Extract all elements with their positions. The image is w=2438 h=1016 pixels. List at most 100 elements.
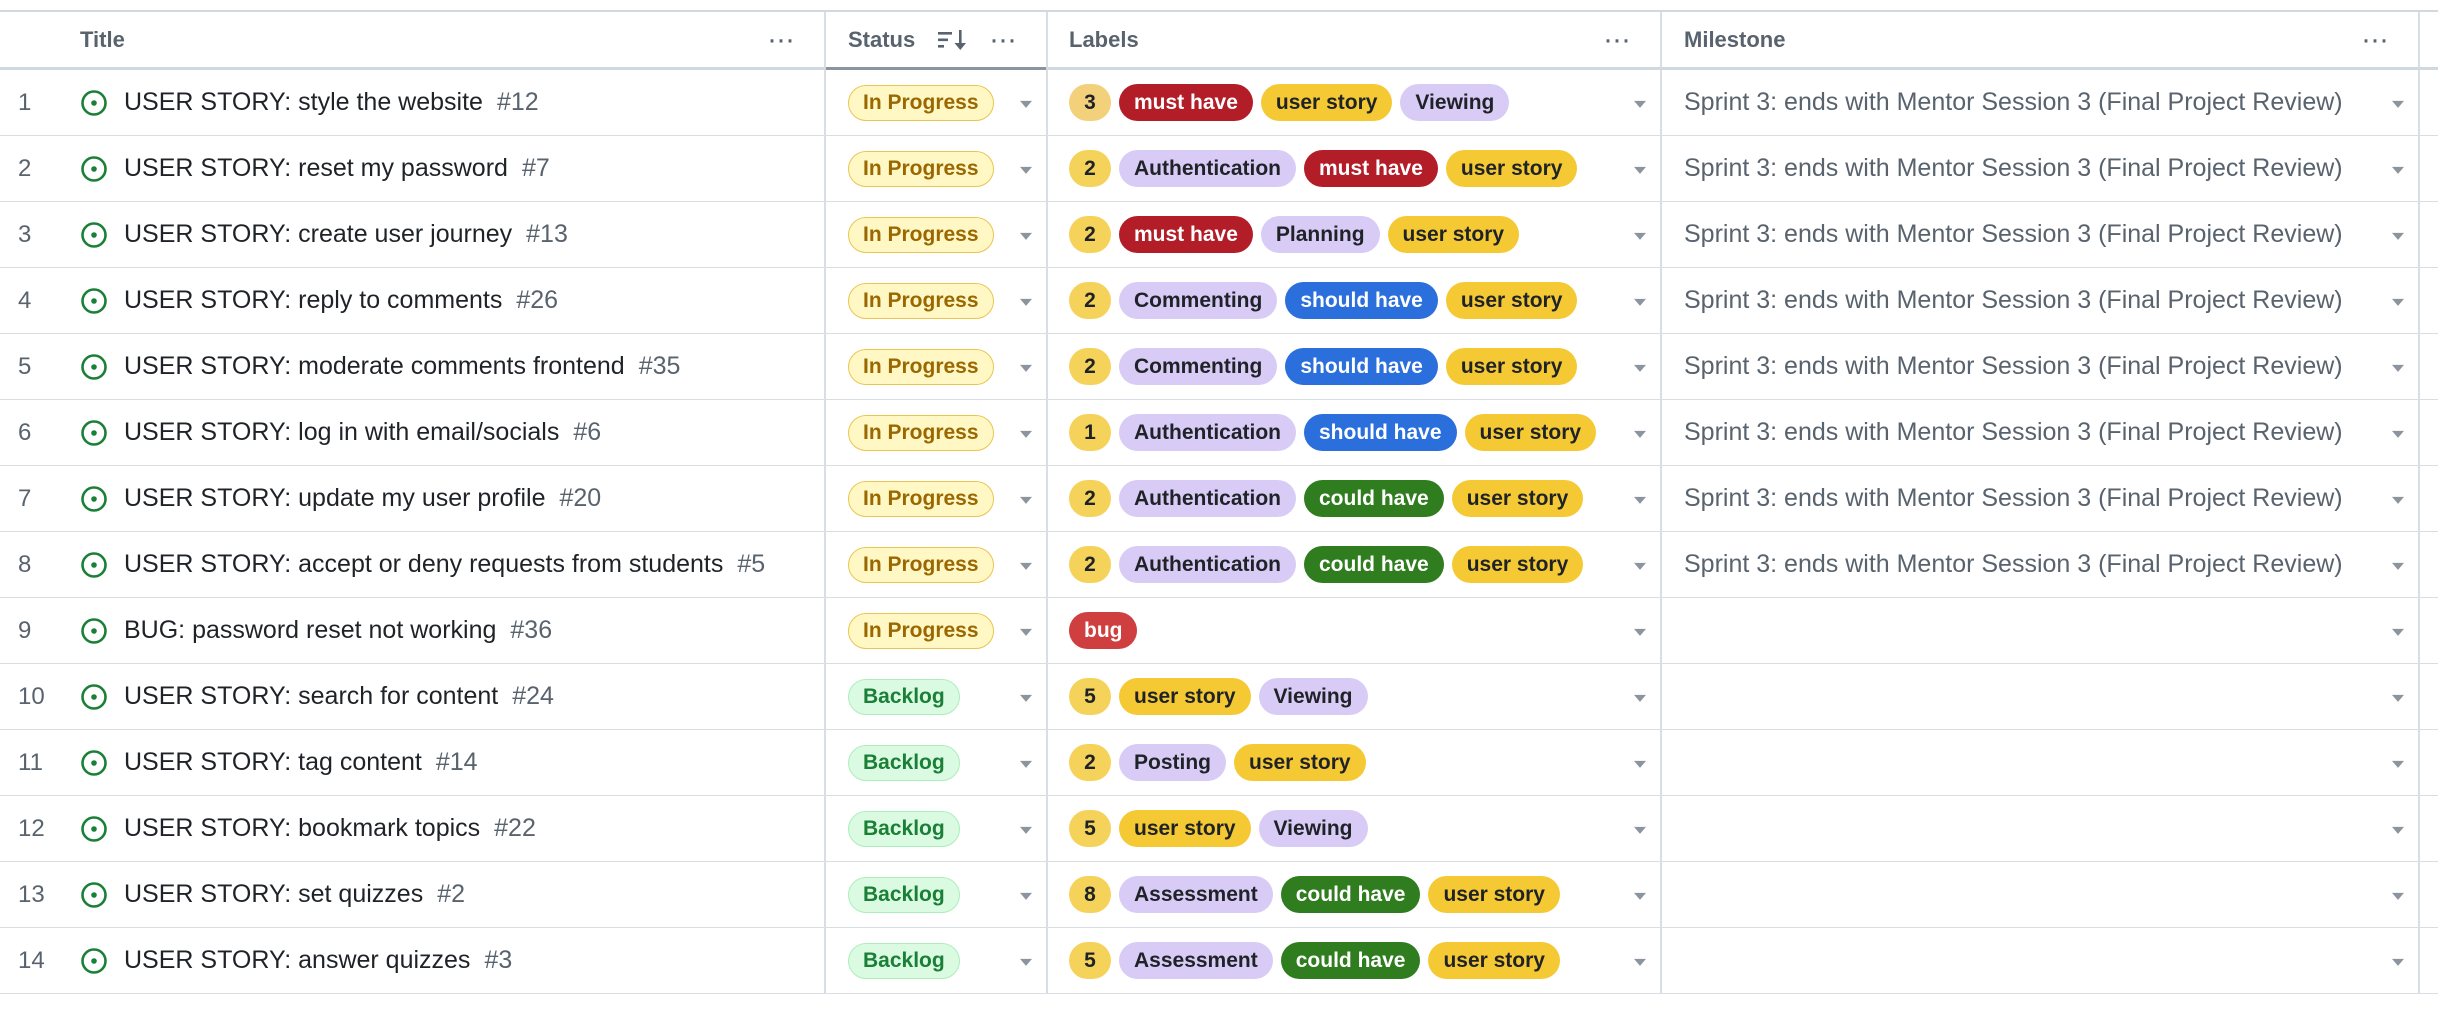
- status-dropdown-icon[interactable]: [1020, 892, 1032, 900]
- title-cell[interactable]: USER STORY: search for content #24: [54, 664, 826, 729]
- milestone-dropdown-icon[interactable]: [2392, 364, 2404, 372]
- labels-dropdown-icon[interactable]: [1634, 694, 1646, 702]
- label-badge[interactable]: Posting: [1119, 744, 1226, 781]
- labels-dropdown-icon[interactable]: [1634, 496, 1646, 504]
- issue-title-link[interactable]: BUG: password reset not working: [124, 616, 496, 645]
- title-cell[interactable]: USER STORY: set quizzes #2: [54, 862, 826, 927]
- milestone-cell[interactable]: Sprint 3: ends with Mentor Session 3 (Fi…: [1662, 400, 2420, 465]
- table-row[interactable]: 5 USER STORY: moderate comments frontend…: [0, 334, 2438, 400]
- title-cell[interactable]: USER STORY: reset my password #7: [54, 136, 826, 201]
- story-points-label[interactable]: 5: [1069, 942, 1111, 979]
- label-badge[interactable]: Assessment: [1119, 942, 1273, 979]
- story-points-label[interactable]: 2: [1069, 480, 1111, 517]
- milestone-cell[interactable]: [1662, 598, 2420, 663]
- label-badge[interactable]: user story: [1445, 282, 1578, 319]
- status-dropdown-icon[interactable]: [1020, 826, 1032, 834]
- story-points-label[interactable]: 5: [1069, 678, 1111, 715]
- label-badge[interactable]: should have: [1285, 348, 1438, 385]
- label-badge[interactable]: user story: [1428, 876, 1560, 913]
- label-badge[interactable]: Authentication: [1119, 480, 1296, 517]
- table-row[interactable]: 7 USER STORY: update my user profile #20…: [0, 466, 2438, 532]
- milestone-dropdown-icon[interactable]: [2392, 562, 2404, 570]
- label-badge[interactable]: user story: [1119, 810, 1251, 847]
- labels-dropdown-icon[interactable]: [1634, 892, 1646, 900]
- label-badge[interactable]: must have: [1304, 150, 1438, 187]
- table-row[interactable]: 11 USER STORY: tag content #14 Backlog 2…: [0, 730, 2438, 796]
- issue-title-link[interactable]: USER STORY: set quizzes: [124, 880, 423, 909]
- milestone-dropdown-icon[interactable]: [2392, 496, 2404, 504]
- label-badge[interactable]: could have: [1304, 546, 1444, 583]
- label-badge[interactable]: could have: [1280, 942, 1421, 979]
- label-badge[interactable]: user story: [1445, 348, 1578, 385]
- issue-title-link[interactable]: USER STORY: log in with email/socials: [124, 418, 559, 447]
- labels-cell[interactable]: 8 Assessment could have user story: [1048, 862, 1662, 927]
- milestone-column-menu-icon[interactable]: ···: [2361, 24, 2389, 55]
- label-badge[interactable]: user story: [1387, 216, 1520, 253]
- labels-cell[interactable]: 5 Assessment could have user story: [1048, 928, 1662, 993]
- labels-cell[interactable]: bug: [1048, 598, 1662, 663]
- issue-title-link[interactable]: USER STORY: tag content: [124, 748, 422, 777]
- milestone-dropdown-icon[interactable]: [2392, 298, 2404, 306]
- story-points-label[interactable]: 5: [1069, 810, 1111, 847]
- milestone-cell[interactable]: Sprint 3: ends with Mentor Session 3 (Fi…: [1662, 136, 2420, 201]
- issue-title-link[interactable]: USER STORY: reset my password: [124, 154, 508, 183]
- table-row[interactable]: 3 USER STORY: create user journey #13 In…: [0, 202, 2438, 268]
- column-header-title[interactable]: Title ···: [54, 12, 826, 67]
- status-dropdown-icon[interactable]: [1020, 694, 1032, 702]
- milestone-dropdown-icon[interactable]: [2392, 958, 2404, 966]
- status-cell[interactable]: Backlog: [826, 664, 1048, 729]
- label-badge[interactable]: Planning: [1260, 216, 1380, 253]
- label-badge[interactable]: should have: [1285, 282, 1438, 319]
- table-row[interactable]: 8 USER STORY: accept or deny requests fr…: [0, 532, 2438, 598]
- labels-cell[interactable]: 2 Authentication must have user story: [1048, 136, 1662, 201]
- title-cell[interactable]: USER STORY: update my user profile #20: [54, 466, 826, 531]
- issue-title-link[interactable]: USER STORY: create user journey: [124, 220, 512, 249]
- label-badge[interactable]: user story: [1234, 744, 1366, 781]
- milestone-dropdown-icon[interactable]: [2392, 100, 2404, 108]
- labels-cell[interactable]: 5 user story Viewing: [1048, 796, 1662, 861]
- milestone-dropdown-icon[interactable]: [2392, 826, 2404, 834]
- status-cell[interactable]: In Progress: [826, 202, 1048, 267]
- status-dropdown-icon[interactable]: [1020, 628, 1032, 636]
- title-cell[interactable]: USER STORY: tag content #14: [54, 730, 826, 795]
- label-badge[interactable]: user story: [1445, 150, 1578, 187]
- column-header-labels[interactable]: Labels ···: [1048, 12, 1662, 67]
- milestone-cell[interactable]: [1662, 796, 2420, 861]
- labels-dropdown-icon[interactable]: [1634, 628, 1646, 636]
- issue-title-link[interactable]: USER STORY: update my user profile: [124, 484, 545, 513]
- status-cell[interactable]: Backlog: [826, 928, 1048, 993]
- labels-cell[interactable]: 2 must have Planning user story: [1048, 202, 1662, 267]
- story-points-label[interactable]: 3: [1069, 84, 1111, 121]
- milestone-dropdown-icon[interactable]: [2392, 628, 2404, 636]
- label-badge[interactable]: user story: [1260, 84, 1393, 121]
- labels-column-menu-icon[interactable]: ···: [1603, 24, 1631, 55]
- milestone-dropdown-icon[interactable]: [2392, 166, 2404, 174]
- issue-title-link[interactable]: USER STORY: search for content: [124, 682, 498, 711]
- labels-dropdown-icon[interactable]: [1634, 826, 1646, 834]
- milestone-cell[interactable]: [1662, 862, 2420, 927]
- milestone-dropdown-icon[interactable]: [2392, 760, 2404, 768]
- label-badge[interactable]: Authentication: [1119, 546, 1296, 583]
- labels-dropdown-icon[interactable]: [1634, 760, 1646, 768]
- issue-title-link[interactable]: USER STORY: style the website: [124, 88, 483, 117]
- status-dropdown-icon[interactable]: [1020, 562, 1032, 570]
- status-cell[interactable]: In Progress: [826, 598, 1048, 663]
- label-badge[interactable]: Viewing: [1258, 810, 1368, 847]
- issue-title-link[interactable]: USER STORY: answer quizzes: [124, 946, 470, 975]
- status-column-menu-icon[interactable]: ···: [989, 24, 1017, 55]
- story-points-label[interactable]: 2: [1069, 216, 1111, 253]
- labels-cell[interactable]: 2 Commenting should have user story: [1048, 334, 1662, 399]
- status-cell[interactable]: In Progress: [826, 466, 1048, 531]
- title-cell[interactable]: USER STORY: answer quizzes #3: [54, 928, 826, 993]
- table-row[interactable]: 1 USER STORY: style the website #12 In P…: [0, 70, 2438, 136]
- milestone-cell[interactable]: [1662, 664, 2420, 729]
- milestone-cell[interactable]: Sprint 3: ends with Mentor Session 3 (Fi…: [1662, 202, 2420, 267]
- issue-title-link[interactable]: USER STORY: moderate comments frontend: [124, 352, 625, 381]
- status-dropdown-icon[interactable]: [1020, 958, 1032, 966]
- story-points-label[interactable]: 2: [1069, 150, 1111, 187]
- labels-dropdown-icon[interactable]: [1634, 166, 1646, 174]
- status-dropdown-icon[interactable]: [1020, 760, 1032, 768]
- status-cell[interactable]: In Progress: [826, 400, 1048, 465]
- milestone-cell[interactable]: [1662, 928, 2420, 993]
- label-badge[interactable]: must have: [1119, 216, 1253, 253]
